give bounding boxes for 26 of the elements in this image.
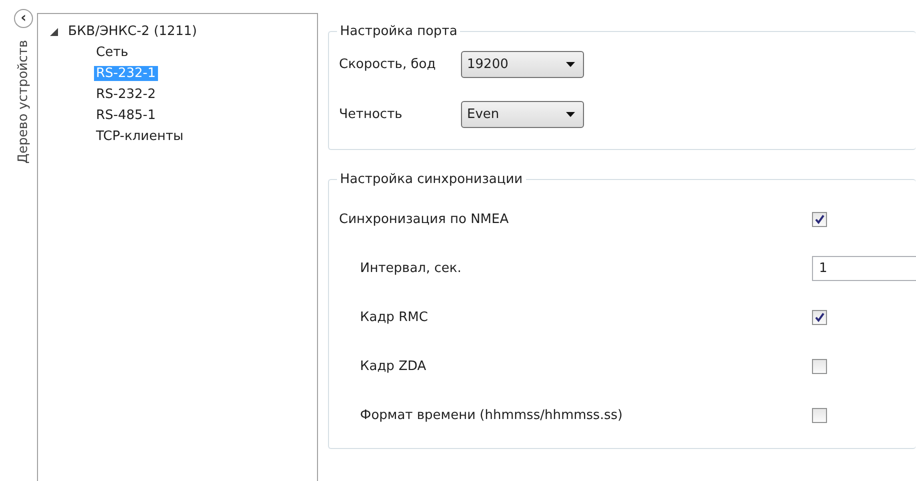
field-label: Четность <box>339 106 404 122</box>
dropdown[interactable]: 19200 <box>461 50 584 78</box>
tree-item[interactable]: Сеть <box>94 45 130 60</box>
tree-item[interactable]: RS-232-2 <box>94 87 158 102</box>
setting-label: Синхронизация по NMEA <box>339 212 510 227</box>
tree-item[interactable]: TCP-клиенты <box>94 129 186 144</box>
setting-label: Кадр RMC <box>360 310 429 325</box>
checkbox[interactable] <box>812 212 827 227</box>
dropdown[interactable]: Even <box>461 100 584 128</box>
checkbox[interactable] <box>812 359 827 374</box>
checkbox[interactable] <box>812 408 827 423</box>
tree-item[interactable]: БКВ/ЭНКС-2 (1211) <box>66 24 199 39</box>
collapse-button[interactable]: ‹ <box>14 9 33 28</box>
group-title: Настройка синхронизации <box>339 172 524 187</box>
expand-triangle-icon[interactable] <box>50 28 58 36</box>
caret-icon <box>566 62 575 66</box>
panel-title: Дерево устройств <box>16 40 31 164</box>
setting-label: Формат времени (hhmmss/hhmmss.ss) <box>360 408 624 423</box>
field-label: Скорость, бод <box>339 56 437 72</box>
tree-item[interactable]: RS-485-1 <box>94 108 158 123</box>
group-title: Настройка порта <box>339 24 458 39</box>
setting-label: Интервал, сек. <box>360 261 462 276</box>
checkbox[interactable] <box>812 310 827 325</box>
setting-label: Кадр ZDA <box>360 359 428 374</box>
input-field[interactable]: 1 <box>812 256 916 281</box>
caret-icon <box>566 112 575 116</box>
